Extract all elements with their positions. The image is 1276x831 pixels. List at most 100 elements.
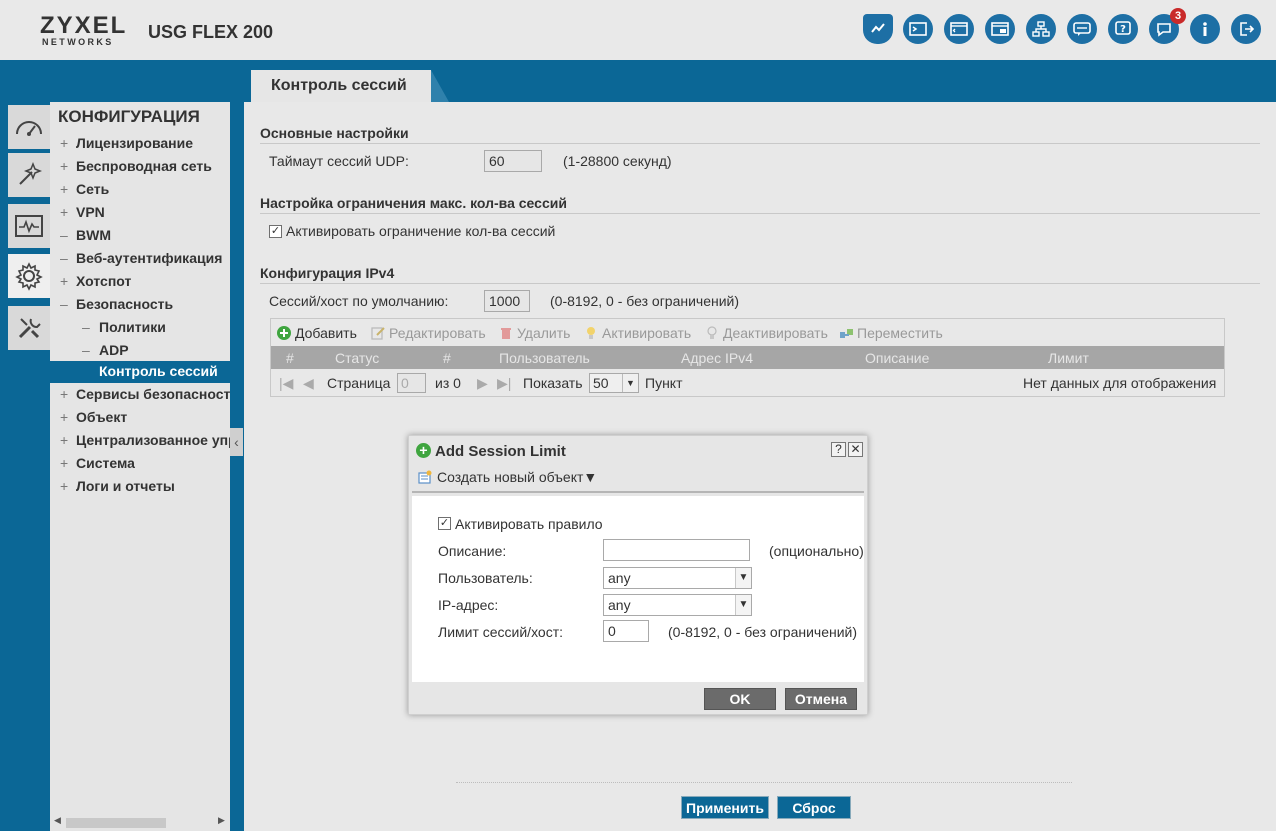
tab-session-control[interactable]: Контроль сессий [251, 70, 431, 102]
scroll-right-icon[interactable]: ▶ [218, 815, 225, 826]
default-sessions-input[interactable]: 1000 [484, 290, 530, 312]
page-size-select[interactable]: 50 ▼ [589, 373, 639, 393]
page-input[interactable]: 0 [397, 373, 426, 393]
description-input[interactable] [603, 539, 750, 561]
nav-sub-policies[interactable]: – Политики [82, 319, 166, 335]
shield-icon[interactable] [863, 14, 893, 44]
logout-icon[interactable] [1231, 14, 1261, 44]
nav-item-object[interactable]: + Объект [60, 409, 127, 425]
nav-item-hotspot[interactable]: + Хотспот [60, 273, 131, 289]
section-divider [260, 213, 1260, 214]
ip-label: IP-адрес: [438, 597, 499, 613]
ok-button[interactable]: OK [704, 688, 776, 710]
activate-button[interactable]: Активировать [584, 325, 691, 341]
edit-button[interactable]: Редактировать [371, 325, 486, 341]
top-header: ZYXEL NETWORKS USG FLEX 200 ? 3 [0, 0, 1276, 60]
console-icon[interactable] [903, 14, 933, 44]
default-sessions-label: Сессий/хост по умолчанию: [269, 293, 449, 309]
items-label: Пункт [645, 375, 683, 391]
section-divider [260, 283, 1260, 284]
show-label: Показать [523, 375, 583, 391]
deactivate-button[interactable]: Деактивировать [705, 325, 828, 341]
zyxel-logo: ZYXEL [40, 12, 128, 39]
session-limit-input[interactable]: 0 [603, 620, 649, 642]
column-header[interactable]: # [443, 350, 451, 366]
prev-page-icon[interactable]: ◀ [303, 375, 314, 392]
chevron-down-icon: ▼ [735, 568, 751, 588]
bulb-off-icon [705, 326, 719, 340]
nav-item-bwm[interactable]: – BWM [60, 227, 111, 243]
cancel-button[interactable]: Отмена [785, 688, 857, 710]
svg-text:?: ? [1120, 24, 1126, 35]
create-new-object-menu[interactable]: Создать новый объект▼ [437, 469, 597, 485]
tools-icon[interactable] [8, 306, 50, 350]
default-sessions-hint: (0-8192, 0 - без ограничений) [550, 293, 740, 309]
column-header[interactable]: # [286, 350, 294, 366]
config-nav: КОНФИГУРАЦИЯ + Лицензирование + Беспроводн… [50, 102, 230, 831]
chat-icon[interactable] [1067, 14, 1097, 44]
monitor-icon[interactable] [8, 204, 50, 248]
nav-sub-session-control[interactable]: Контроль сессий [99, 363, 218, 379]
section-ipv4-title: Конфигурация IPv4 [260, 265, 395, 281]
dialog-body: ✓ Активировать правило Описание: (опцион… [412, 496, 864, 682]
enable-rule-checkbox[interactable]: ✓ [438, 517, 451, 530]
sitemap-icon[interactable] [1026, 14, 1056, 44]
trash-icon [499, 326, 513, 340]
window-icon[interactable] [985, 14, 1015, 44]
dialog-toolbar-divider [412, 491, 864, 493]
last-page-icon[interactable]: ▶| [497, 375, 511, 392]
help-button[interactable]: ? [831, 442, 846, 457]
column-header[interactable]: Лимит [1048, 350, 1089, 366]
column-header[interactable]: Статус [335, 350, 379, 366]
udp-timeout-input[interactable]: 60 [484, 150, 542, 172]
collapse-nav-icon[interactable]: ‹ [230, 428, 243, 456]
nav-sub-adp[interactable]: – ADP [82, 342, 129, 358]
dialog-toolbar: Создать новый объект▼ [409, 464, 867, 492]
nav-item-network[interactable]: + Сеть [60, 181, 109, 197]
info-icon[interactable] [1190, 14, 1220, 44]
nav-item-web-auth[interactable]: – Веб-аутентификация [60, 250, 222, 266]
cli-icon[interactable] [944, 14, 974, 44]
notification-badge: 3 [1170, 8, 1186, 24]
apply-button[interactable]: Применить [681, 796, 769, 819]
udp-timeout-label: Таймаут сессий UDP: [269, 153, 409, 169]
column-header[interactable]: Адрес IPv4 [681, 350, 753, 366]
nav-item-security[interactable]: – Безопасность [60, 296, 173, 312]
scroll-left-icon[interactable]: ◀ [54, 815, 61, 826]
left-rail [0, 102, 50, 831]
enable-limit-checkbox[interactable]: ✓ [269, 225, 282, 238]
udp-timeout-hint: (1-28800 секунд) [563, 153, 672, 169]
next-page-icon[interactable]: ▶ [477, 375, 488, 392]
device-model: USG FLEX 200 [148, 22, 274, 42]
nav-item-logs-reports[interactable]: + Логи и отчеты [60, 478, 175, 494]
nav-item-vpn[interactable]: + VPN [60, 204, 105, 220]
chevron-down-icon: ▼ [622, 374, 638, 392]
add-button[interactable]: Добавить [277, 325, 357, 341]
nav-item-system[interactable]: + Система [60, 455, 135, 471]
close-button[interactable]: ✕ [848, 442, 863, 457]
column-header[interactable]: Описание [865, 350, 929, 366]
nav-item-licensing[interactable]: + Лицензирование [60, 135, 193, 151]
nav-item-wireless[interactable]: + Беспроводная сеть [60, 158, 212, 174]
dashboard-icon[interactable] [8, 105, 50, 149]
ip-select[interactable]: any ▼ [603, 594, 752, 616]
nav-horizontal-scrollbar[interactable]: ◀ ▶ [50, 813, 230, 831]
column-header[interactable]: Пользователь [499, 350, 590, 366]
zyxel-logo-sub: NETWORKS [42, 37, 114, 47]
enable-limit-label: Активировать ограничение кол-ва сессий [286, 223, 556, 239]
user-label: Пользователь: [438, 570, 533, 586]
user-select[interactable]: any ▼ [603, 567, 752, 589]
add-session-limit-dialog: + Add Session Limit ? ✕ Создать новый об… [408, 435, 868, 715]
nav-item-security-services[interactable]: + Сервисы безопасности [60, 386, 230, 402]
delete-button[interactable]: Удалить [499, 325, 570, 341]
gear-icon[interactable] [8, 254, 50, 298]
bulb-on-icon [584, 326, 598, 340]
reset-button[interactable]: Сброс [777, 796, 851, 819]
help-icon[interactable]: ? [1108, 14, 1138, 44]
nav-item-central-management[interactable]: +Централизованное управление [60, 432, 230, 448]
first-page-icon[interactable]: |◀ [279, 375, 293, 392]
move-button[interactable]: Переместить [839, 325, 943, 341]
wizard-icon[interactable] [8, 153, 50, 197]
scroll-thumb[interactable] [66, 818, 166, 828]
footer-divider [456, 782, 1072, 783]
